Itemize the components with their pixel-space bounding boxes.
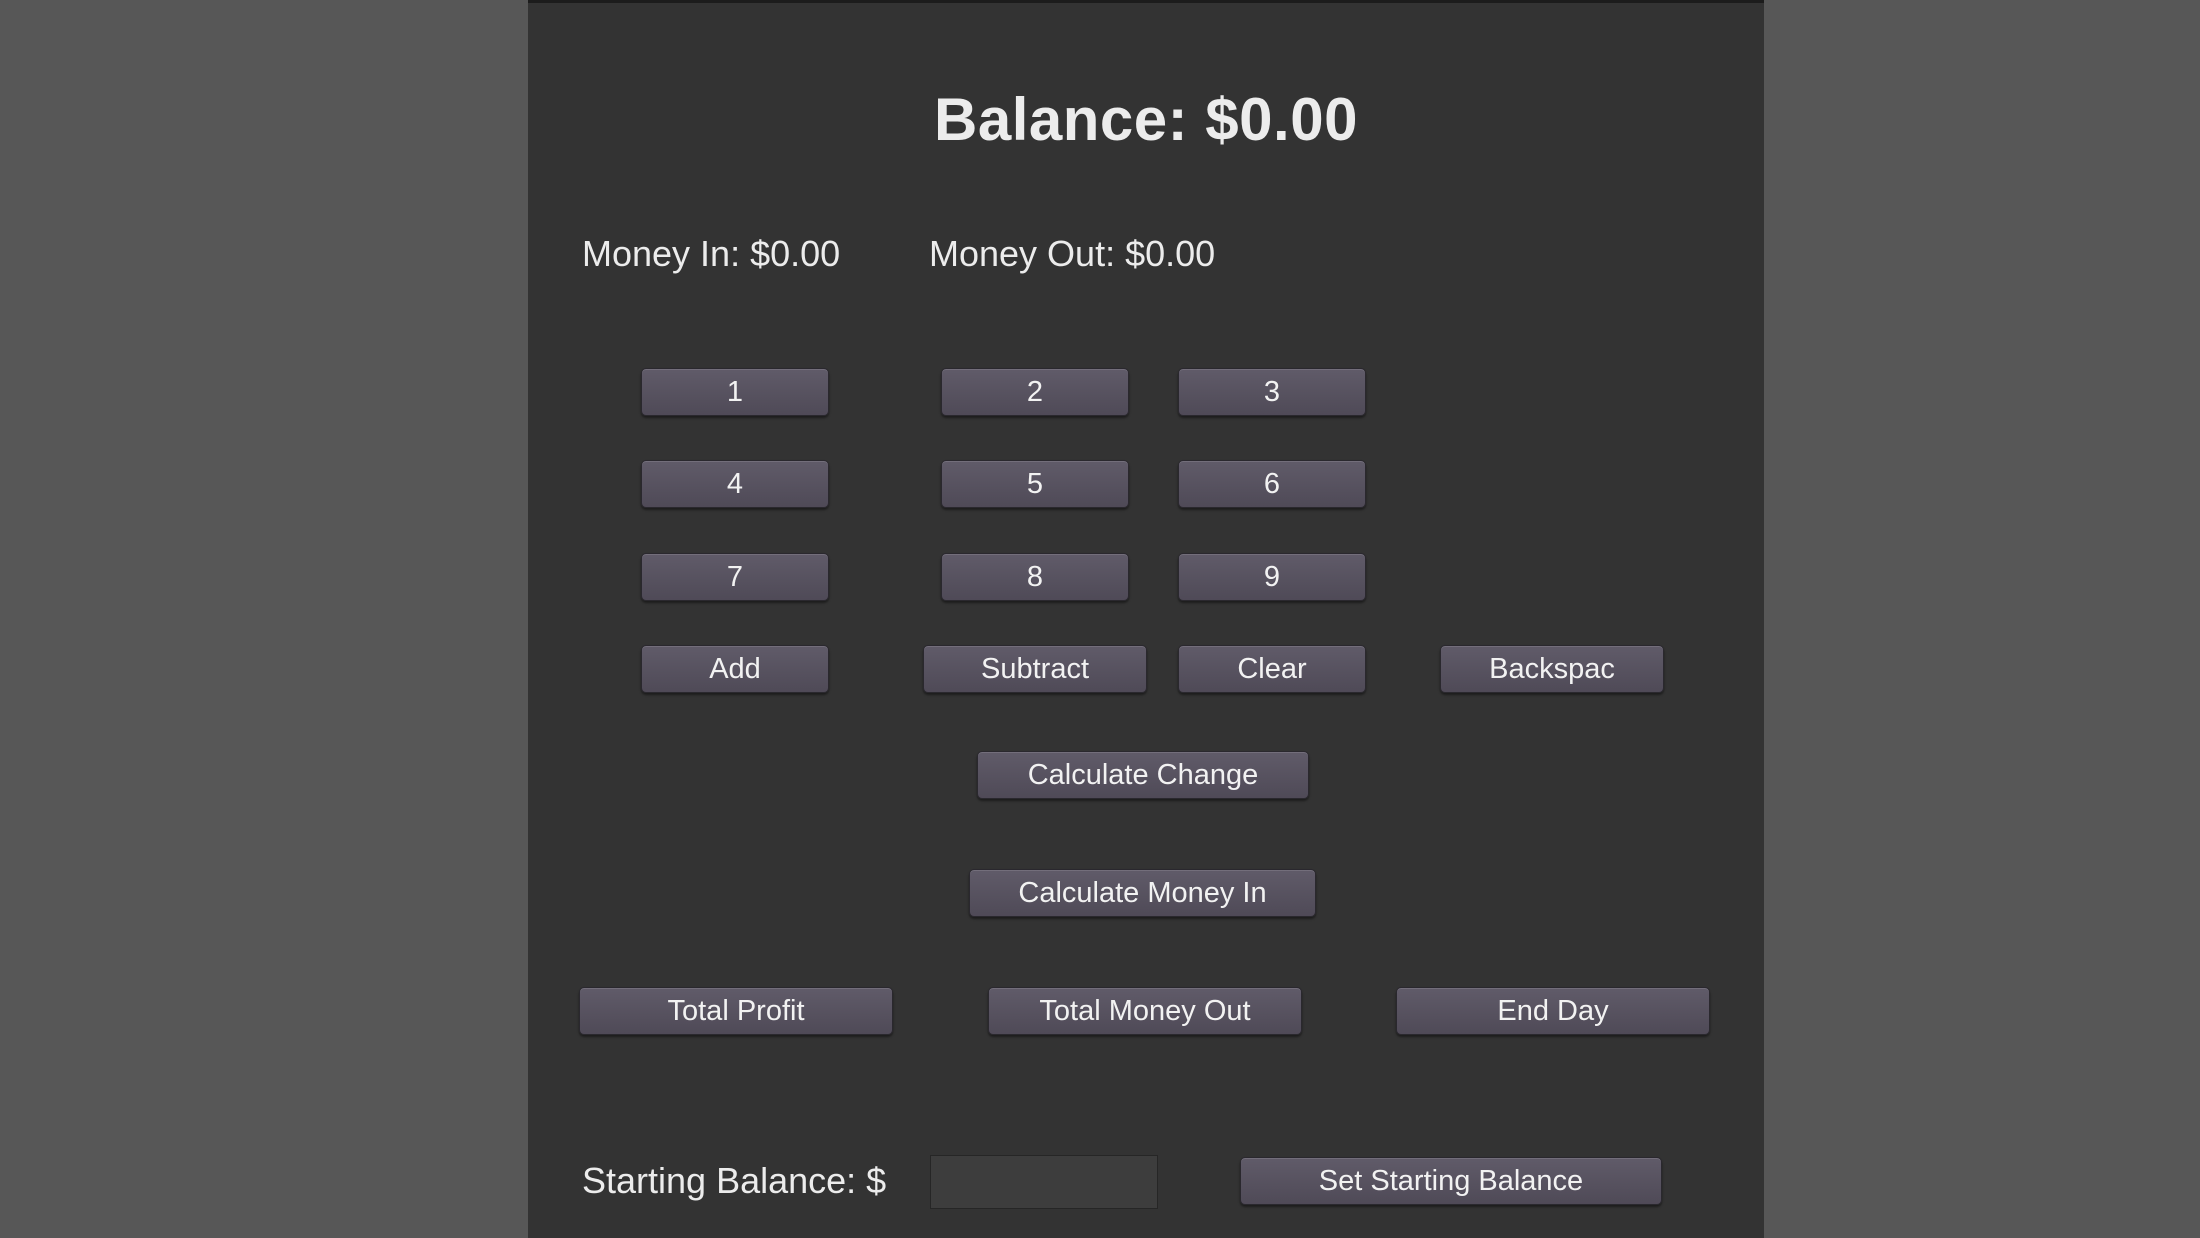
money-in-label: Money In: $0.00 <box>582 233 841 274</box>
digit-5-button[interactable]: 5 <box>941 460 1129 508</box>
starting-balance-label: Starting Balance: $ <box>582 1160 887 1201</box>
clear-button[interactable]: Clear <box>1178 645 1366 693</box>
money-out-label: Money Out: $0.00 <box>929 233 1216 274</box>
calculate-change-button[interactable]: Calculate Change <box>977 751 1309 799</box>
digit-2-button[interactable]: 2 <box>941 368 1129 416</box>
set-starting-balance-button[interactable]: Set Starting Balance <box>1240 1157 1662 1205</box>
subtract-button[interactable]: Subtract <box>923 645 1147 693</box>
calculate-money-in-button[interactable]: Calculate Money In <box>969 869 1316 917</box>
digit-4-button[interactable]: 4 <box>641 460 829 508</box>
starting-balance-input[interactable] <box>930 1155 1158 1209</box>
digit-7-button[interactable]: 7 <box>641 553 829 601</box>
digit-6-button[interactable]: 6 <box>1178 460 1366 508</box>
digit-9-button[interactable]: 9 <box>1178 553 1366 601</box>
digit-3-button[interactable]: 3 <box>1178 368 1366 416</box>
total-profit-button[interactable]: Total Profit <box>579 987 893 1035</box>
digit-8-button[interactable]: 8 <box>941 553 1129 601</box>
add-button[interactable]: Add <box>641 645 829 693</box>
total-money-out-button[interactable]: Total Money Out <box>988 987 1302 1035</box>
end-day-button[interactable]: End Day <box>1396 987 1710 1035</box>
balance-label: Balance: $0.00 <box>934 86 1358 153</box>
backspace-button[interactable]: Backspac <box>1440 645 1664 693</box>
digit-1-button[interactable]: 1 <box>641 368 829 416</box>
app-window: Balance: $0.00 Money In: $0.00 Money Out… <box>528 0 1764 1238</box>
